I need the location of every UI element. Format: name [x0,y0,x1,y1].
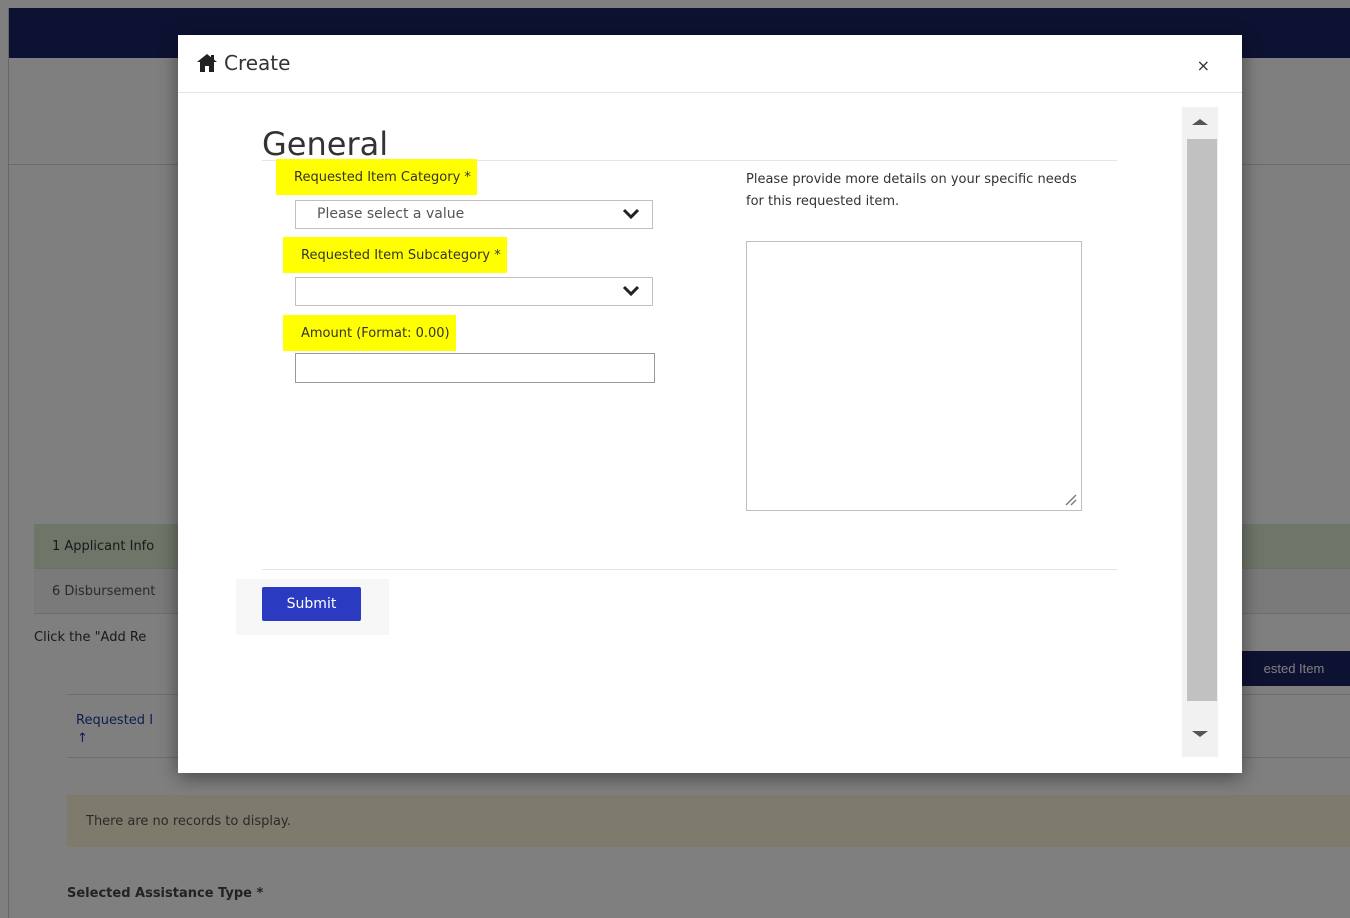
resize-handle-icon[interactable] [1062,491,1078,507]
close-button[interactable]: × [1191,55,1216,76]
section-title: General [262,125,389,163]
scroll-up-icon[interactable] [1192,119,1208,125]
home-icon [196,52,218,74]
category-select[interactable]: Please select a value [295,200,653,229]
subcategory-select[interactable] [295,277,653,306]
modal-header: Create × [178,35,1242,93]
submit-button[interactable]: Submit [262,587,361,621]
modal-body: General Requested Item Category * Please… [178,93,1182,773]
amount-label: Amount (Format: 0.00) [283,315,456,351]
chevron-down-icon [622,208,640,220]
details-label: Please provide more details on your spec… [746,172,1077,209]
modal-title-group: Create [196,51,290,75]
scrollbar-thumb[interactable] [1187,139,1217,701]
modal-scrollbar[interactable] [1182,107,1218,757]
amount-input[interactable] [295,353,655,383]
scroll-down-icon[interactable] [1192,731,1208,737]
details-textarea[interactable] [746,241,1082,511]
chevron-down-icon [622,285,640,297]
footer-divider [262,569,1117,570]
modal-title: Create [224,51,291,75]
subcategory-label: Requested Item Subcategory * [283,237,507,273]
create-modal: Create × General Requested Item Category… [178,35,1242,773]
category-label: Requested Item Category * [276,159,477,195]
category-select-value: Please select a value [317,206,465,222]
